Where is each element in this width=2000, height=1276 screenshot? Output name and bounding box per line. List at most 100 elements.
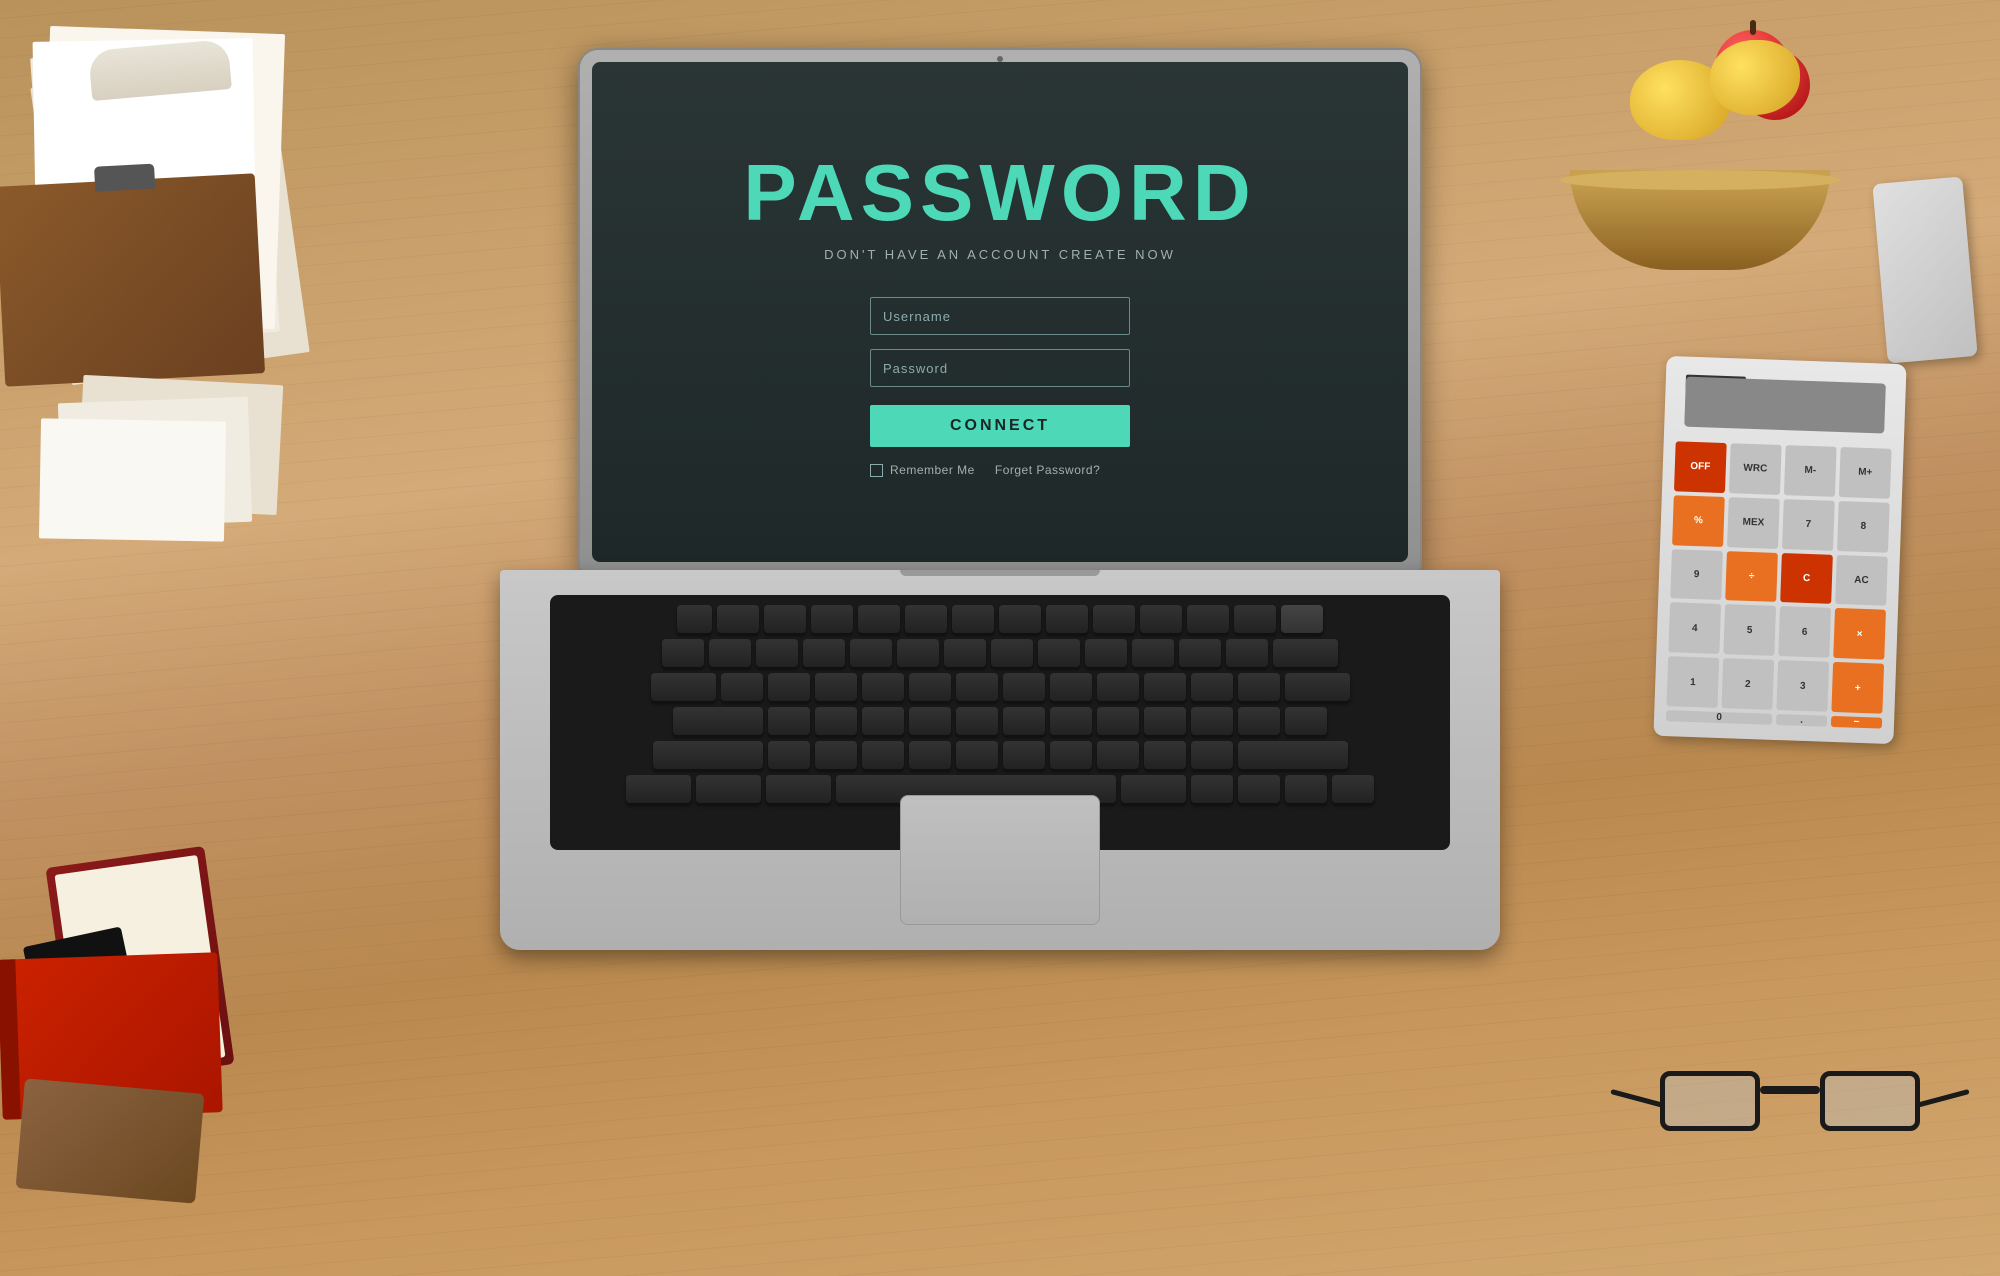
- key-m[interactable]: [1050, 741, 1092, 769]
- calc-btn-c[interactable]: C: [1780, 553, 1833, 605]
- key-h[interactable]: [1003, 707, 1045, 735]
- key-w[interactable]: [768, 673, 810, 701]
- key-f[interactable]: [909, 707, 951, 735]
- key-r[interactable]: [862, 673, 904, 701]
- key-9[interactable]: [1085, 639, 1127, 667]
- key-j[interactable]: [1050, 707, 1092, 735]
- key-down[interactable]: [1285, 775, 1327, 803]
- calc-btn-plus[interactable]: +: [1831, 662, 1884, 714]
- key-y[interactable]: [956, 673, 998, 701]
- key-n[interactable]: [1003, 741, 1045, 769]
- key-esc[interactable]: [677, 605, 712, 633]
- key-rbracket[interactable]: [1238, 673, 1280, 701]
- calc-btn-3[interactable]: 3: [1776, 660, 1829, 712]
- calc-btn-m-minus[interactable]: M-: [1784, 445, 1837, 497]
- key-alt-right[interactable]: [1121, 775, 1186, 803]
- key-semicolon[interactable]: [1191, 707, 1233, 735]
- key-lshift[interactable]: [653, 741, 763, 769]
- key-3[interactable]: [803, 639, 845, 667]
- key-return[interactable]: [1285, 673, 1350, 701]
- key-f2[interactable]: [764, 605, 806, 633]
- key-8[interactable]: [1038, 639, 1080, 667]
- key-s[interactable]: [815, 707, 857, 735]
- key-u[interactable]: [1003, 673, 1045, 701]
- key-f4[interactable]: [858, 605, 900, 633]
- calc-btn-2[interactable]: 2: [1721, 658, 1774, 710]
- username-input[interactable]: [870, 297, 1130, 335]
- key-quote[interactable]: [1238, 707, 1280, 735]
- calc-btn-wrc[interactable]: WRC: [1729, 443, 1782, 495]
- key-k[interactable]: [1097, 707, 1139, 735]
- key-tab[interactable]: [651, 673, 716, 701]
- key-delete[interactable]: [1273, 639, 1338, 667]
- key-equals[interactable]: [1226, 639, 1268, 667]
- calc-btn-9[interactable]: 9: [1670, 549, 1723, 601]
- key-f9[interactable]: [1093, 605, 1135, 633]
- key-right[interactable]: [1332, 775, 1374, 803]
- key-minus[interactable]: [1179, 639, 1221, 667]
- key-b[interactable]: [956, 741, 998, 769]
- key-a[interactable]: [768, 707, 810, 735]
- calc-btn-mex[interactable]: MEX: [1727, 497, 1780, 549]
- key-f6[interactable]: [952, 605, 994, 633]
- calc-btn-7[interactable]: 7: [1782, 499, 1835, 551]
- key-q[interactable]: [721, 673, 763, 701]
- key-d[interactable]: [862, 707, 904, 735]
- touchpad[interactable]: [900, 795, 1100, 925]
- calc-btn-decimal[interactable]: .: [1776, 714, 1827, 727]
- key-comma[interactable]: [1097, 741, 1139, 769]
- forgot-password-link[interactable]: Forget Password?: [995, 463, 1100, 477]
- password-input[interactable]: [870, 349, 1130, 387]
- calc-btn-m-plus[interactable]: M+: [1839, 447, 1892, 499]
- key-i[interactable]: [1050, 673, 1092, 701]
- calc-btn-ac[interactable]: AC: [1835, 555, 1888, 607]
- key-f7[interactable]: [999, 605, 1041, 633]
- key-t[interactable]: [909, 673, 951, 701]
- key-e[interactable]: [815, 673, 857, 701]
- key-7[interactable]: [991, 639, 1033, 667]
- key-4[interactable]: [850, 639, 892, 667]
- key-ctrl[interactable]: [696, 775, 761, 803]
- key-f3[interactable]: [811, 605, 853, 633]
- key-left[interactable]: [1191, 775, 1233, 803]
- calc-btn-0[interactable]: 0: [1666, 710, 1772, 725]
- calc-btn-4[interactable]: 4: [1668, 603, 1721, 655]
- key-f5[interactable]: [905, 605, 947, 633]
- key-1[interactable]: [709, 639, 751, 667]
- remember-me-checkbox[interactable]: [870, 464, 883, 477]
- calc-btn-minus[interactable]: −: [1831, 716, 1882, 729]
- calc-btn-5[interactable]: 5: [1723, 605, 1776, 657]
- calc-btn-off[interactable]: OFF: [1674, 441, 1727, 493]
- key-fn[interactable]: [626, 775, 691, 803]
- key-o[interactable]: [1097, 673, 1139, 701]
- key-f11[interactable]: [1187, 605, 1229, 633]
- key-up[interactable]: [1238, 775, 1280, 803]
- key-x[interactable]: [815, 741, 857, 769]
- calc-btn-percent[interactable]: %: [1672, 495, 1725, 547]
- key-l[interactable]: [1144, 707, 1186, 735]
- key-z[interactable]: [768, 741, 810, 769]
- key-f8[interactable]: [1046, 605, 1088, 633]
- key-g[interactable]: [956, 707, 998, 735]
- key-caps[interactable]: [673, 707, 763, 735]
- key-lbracket[interactable]: [1191, 673, 1233, 701]
- calc-btn-multiply[interactable]: ×: [1833, 608, 1886, 660]
- calc-btn-8[interactable]: 8: [1837, 501, 1890, 553]
- key-period[interactable]: [1144, 741, 1186, 769]
- key-rshift[interactable]: [1238, 741, 1348, 769]
- key-power[interactable]: [1281, 605, 1323, 633]
- key-p[interactable]: [1144, 673, 1186, 701]
- key-6[interactable]: [944, 639, 986, 667]
- key-alt-left[interactable]: [766, 775, 831, 803]
- key-slash[interactable]: [1191, 741, 1233, 769]
- key-5[interactable]: [897, 639, 939, 667]
- calc-btn-6[interactable]: 6: [1778, 606, 1831, 658]
- key-c[interactable]: [862, 741, 904, 769]
- calc-btn-divide[interactable]: ÷: [1725, 551, 1778, 603]
- key-backtick[interactable]: [662, 639, 704, 667]
- key-f10[interactable]: [1140, 605, 1182, 633]
- key-f12[interactable]: [1234, 605, 1276, 633]
- key-f1[interactable]: [717, 605, 759, 633]
- key-v[interactable]: [909, 741, 951, 769]
- key-0[interactable]: [1132, 639, 1174, 667]
